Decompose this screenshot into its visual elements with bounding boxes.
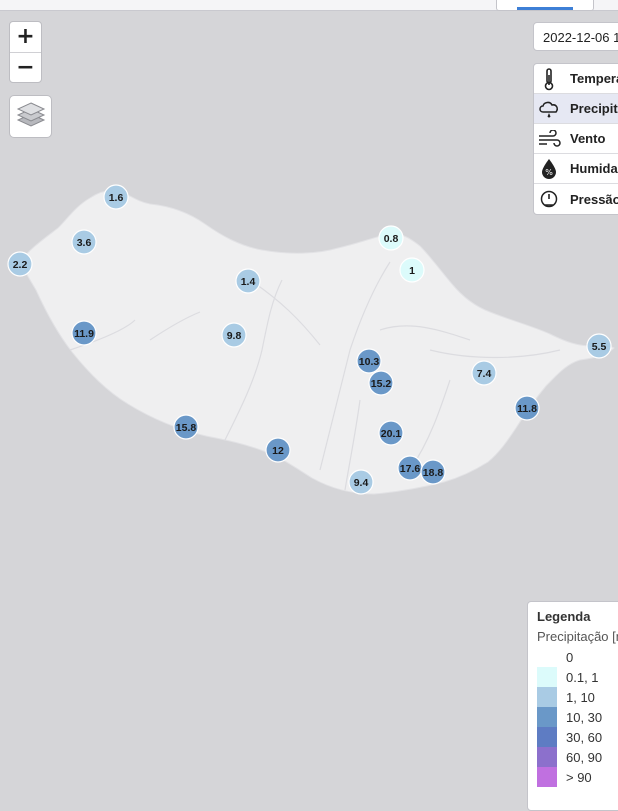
station-marker[interactable]: 7.4 (471, 360, 497, 386)
station-value: 12 (272, 445, 284, 457)
wind-icon (534, 124, 564, 154)
variable-temperature[interactable]: Tempera (534, 64, 618, 94)
variable-selector: Tempera Precipita Vento % Humidad Pressã… (533, 63, 618, 215)
station-value: 10.3 (359, 356, 380, 368)
variable-label: Humidad (570, 161, 618, 176)
legend-swatch (537, 667, 557, 687)
legend-swatch (537, 647, 557, 667)
station-marker[interactable]: 10.3 (356, 348, 382, 374)
legend-row: 60, 90 (537, 747, 618, 767)
station-value: 15.8 (176, 422, 197, 434)
station-marker[interactable]: 12 (265, 437, 291, 463)
station-value: 0.8 (384, 233, 399, 245)
svg-text:%: % (545, 168, 553, 177)
station-value: 18.8 (423, 467, 444, 479)
map-canvas[interactable]: 1.6 3.6 2.2 0.8 1 1.4 11.9 9.8 10.3 15.2 7.4 5.5 11.… (0, 0, 618, 800)
legend-subtitle: Precipitação [m (537, 629, 618, 644)
station-marker[interactable]: 3.6 (71, 229, 97, 255)
variable-label: Precipita (570, 101, 618, 116)
station-marker[interactable]: 5.5 (586, 333, 612, 359)
station-marker[interactable]: 2.2 (7, 251, 33, 277)
legend-swatch (537, 747, 557, 767)
variable-pressure[interactable]: Pressão (534, 184, 618, 214)
station-value: 15.2 (371, 378, 392, 390)
variable-label: Vento (570, 131, 606, 146)
legend-row: 0.1, 1 (537, 667, 618, 687)
station-marker[interactable]: 15.8 (173, 414, 199, 440)
legend-label: 30, 60 (566, 729, 603, 745)
station-marker[interactable]: 9.8 (221, 322, 247, 348)
station-marker[interactable]: 1 (399, 257, 425, 283)
station-value: 20.1 (381, 428, 402, 440)
legend-label: 60, 90 (566, 749, 603, 765)
legend: Legenda Precipitação [m 0 0.1, 1 1, 10 10, … (527, 601, 618, 811)
station-value: 5.5 (592, 341, 607, 353)
datetime-display[interactable]: 2022-12-06 19 (533, 22, 618, 51)
legend-label: 1, 10 (566, 689, 595, 705)
station-marker[interactable]: 11.8 (514, 395, 540, 421)
variable-precipitation[interactable]: Precipita (534, 94, 618, 124)
legend-row: 30, 60 (537, 727, 618, 747)
variable-humidity[interactable]: % Humidad (534, 154, 618, 184)
thermometer-icon (534, 64, 564, 94)
legend-label: 0.1, 1 (566, 669, 599, 685)
legend-swatch (537, 707, 557, 727)
station-value: 11.9 (74, 328, 94, 340)
zoom-in-button[interactable]: + (10, 22, 41, 52)
variable-wind[interactable]: Vento (534, 124, 618, 154)
station-marker[interactable]: 1.6 (103, 184, 129, 210)
legend-label: 10, 30 (566, 709, 603, 725)
rain-cloud-icon (534, 94, 564, 124)
station-value: 17.6 (400, 463, 421, 475)
station-value: 9.8 (227, 330, 242, 342)
station-marker[interactable]: 20.1 (378, 420, 404, 446)
legend-swatch (537, 687, 557, 707)
station-marker[interactable]: 9.4 (348, 469, 374, 495)
active-top-tab[interactable] (496, 0, 594, 11)
station-marker[interactable]: 18.8 (420, 459, 446, 485)
humidity-drop-icon: % (534, 154, 564, 184)
station-value: 1.6 (109, 192, 124, 204)
legend-swatch (537, 727, 557, 747)
legend-row: 0 (537, 647, 618, 667)
zoom-control: + − (9, 21, 42, 83)
legend-swatch (537, 767, 557, 787)
station-marker[interactable]: 0.8 (378, 225, 404, 251)
legend-row: > 90 (537, 767, 618, 787)
station-marker[interactable]: 1.4 (235, 268, 261, 294)
layers-button[interactable] (9, 95, 52, 138)
station-value: 7.4 (477, 368, 492, 380)
legend-label: > 90 (566, 769, 592, 785)
station-value: 11.8 (517, 403, 537, 415)
station-marker[interactable]: 11.9 (71, 320, 97, 346)
gauge-icon (534, 184, 564, 214)
legend-row: 10, 30 (537, 707, 618, 727)
zoom-out-button[interactable]: − (10, 52, 41, 82)
station-value: 1.4 (241, 276, 256, 288)
legend-label: 0 (566, 649, 574, 665)
station-marker[interactable]: 15.2 (368, 370, 394, 396)
station-value: 9.4 (354, 477, 369, 489)
legend-row: 1, 10 (537, 687, 618, 707)
station-marker[interactable]: 17.6 (397, 455, 423, 481)
variable-label: Pressão (570, 191, 618, 207)
station-value: 3.6 (77, 237, 92, 249)
station-value: 2.2 (13, 259, 28, 271)
variable-label: Tempera (570, 71, 618, 86)
legend-title: Legenda (537, 609, 591, 624)
station-value: 1 (409, 265, 415, 277)
layers-icon (16, 100, 46, 133)
